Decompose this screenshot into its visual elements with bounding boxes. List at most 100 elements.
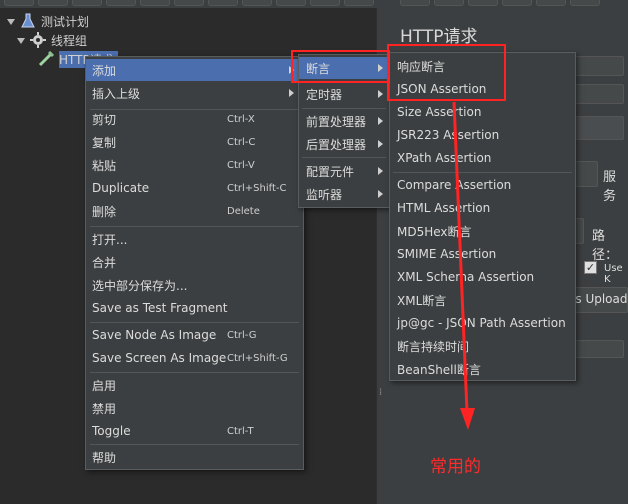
toolbar-button[interactable] xyxy=(276,0,306,6)
menu-item-label: 粘贴 xyxy=(92,158,117,173)
menu-item-merge[interactable]: 合并 xyxy=(86,251,303,273)
toolbar-button[interactable] xyxy=(242,0,272,6)
keepalive-label: Use K xyxy=(604,263,623,285)
menu-item-label: 选中部分保存为... xyxy=(92,278,188,293)
toolbar-button[interactable] xyxy=(570,0,600,6)
annotation-box-common-assertions xyxy=(387,44,506,101)
menu-item-add[interactable]: 添加 xyxy=(86,59,303,81)
submenu-arrow-icon xyxy=(378,167,383,175)
menu-item-label: Save Node As Image xyxy=(92,328,217,342)
annotation-label: 常用的 xyxy=(430,457,481,477)
server-label: 服务 xyxy=(603,170,617,204)
menu-item-label: 剪切 xyxy=(92,112,117,127)
menu-item-pre-processors[interactable]: 前置处理器 xyxy=(299,110,389,132)
menu-item-save-screen-as-image[interactable]: Save Screen As Image Ctrl+Shift-G xyxy=(86,347,303,369)
toolbar-button[interactable] xyxy=(174,0,204,6)
menu-item-label: 帮助 xyxy=(92,450,117,465)
menu-item-duplicate[interactable]: Duplicate Ctrl+Shift-C xyxy=(86,177,303,199)
annotation-arrow xyxy=(452,101,475,430)
tree-node-label: 测试计划 xyxy=(41,14,90,29)
context-menu: 添加 插入上级 剪切 Ctrl-X 复制 Ctrl-C 粘贴 Ctrl-V Du… xyxy=(85,56,304,470)
menu-item-label: 合并 xyxy=(92,255,117,270)
menu-item-label: 复制 xyxy=(92,135,117,150)
toolbar xyxy=(0,0,628,8)
menu-item-copy[interactable]: 复制 Ctrl-C xyxy=(86,131,303,153)
menu-item-shortcut: Ctrl-X xyxy=(227,113,255,125)
menu-item-label: 插入上级 xyxy=(92,86,141,101)
submenu-arrow-icon xyxy=(378,117,383,125)
toolbar-button[interactable] xyxy=(106,0,136,6)
menu-item-label: 禁用 xyxy=(92,401,117,416)
menu-item-cut[interactable]: 剪切 Ctrl-X xyxy=(86,108,303,130)
menu-item-toggle[interactable]: Toggle Ctrl-T xyxy=(86,420,303,442)
menu-item-open[interactable]: 打开... xyxy=(86,228,303,250)
menu-item-config-element[interactable]: 配置元件 xyxy=(299,160,389,182)
menu-separator xyxy=(90,444,299,445)
toolbar-button[interactable] xyxy=(72,0,102,6)
menu-item-label: Save Screen As Image xyxy=(92,351,227,365)
menu-separator xyxy=(90,322,299,323)
menu-item-help[interactable]: 帮助 xyxy=(86,446,303,468)
menu-item-post-processors[interactable]: 后置处理器 xyxy=(299,133,389,155)
annotation-box-assertion-item xyxy=(291,50,390,83)
toolbar-button[interactable] xyxy=(38,0,68,6)
menu-item-shortcut: Ctrl-V xyxy=(227,159,255,171)
menu-item-save-as-test-fragment[interactable]: Save as Test Fragment xyxy=(86,297,303,319)
submenu-arrow-icon xyxy=(378,190,383,198)
menu-item-label: 定时器 xyxy=(306,87,343,102)
menu-item-shortcut: Delete xyxy=(227,205,260,217)
menu-item-delete[interactable]: 删除 Delete xyxy=(86,200,303,222)
path-label: 路径： xyxy=(592,229,619,263)
menu-item-shortcut: Ctrl-C xyxy=(227,136,256,148)
menu-item-shortcut: Ctrl-T xyxy=(227,425,254,437)
gear-icon xyxy=(30,32,46,48)
menu-item-save-selection-as[interactable]: 选中部分保存为... xyxy=(86,274,303,296)
toolbar-button[interactable] xyxy=(434,0,464,6)
splitter-grip-icon[interactable]: ⁞ xyxy=(379,388,382,398)
menu-item-label: 添加 xyxy=(92,63,117,78)
menu-item-label: 监听器 xyxy=(306,187,343,202)
toolbar-button[interactable] xyxy=(4,0,34,6)
keepalive-checkbox[interactable]: ✓ xyxy=(584,261,597,274)
menu-item-enable[interactable]: 启用 xyxy=(86,374,303,396)
menu-separator xyxy=(90,372,299,373)
submenu-arrow-icon xyxy=(378,90,383,98)
menu-item-paste[interactable]: 粘贴 Ctrl-V xyxy=(86,154,303,176)
menu-separator xyxy=(302,108,386,109)
toolbar-button[interactable] xyxy=(208,0,238,6)
menu-item-timer[interactable]: 定时器 xyxy=(299,83,389,105)
menu-item-label: 配置元件 xyxy=(306,164,355,179)
toolbar-button[interactable] xyxy=(536,0,566,6)
menu-separator xyxy=(90,226,299,227)
menu-separator xyxy=(302,157,386,158)
menu-item-shortcut: Ctrl+Shift-G xyxy=(227,352,288,364)
menu-item-shortcut: Ctrl+Shift-C xyxy=(227,182,287,194)
toolbar-button[interactable] xyxy=(502,0,532,6)
files-upload-label: es Upload xyxy=(568,292,628,306)
menu-item-save-node-as-image[interactable]: Save Node As Image Ctrl-G xyxy=(86,324,303,346)
expand-icon[interactable] xyxy=(6,16,16,26)
menu-item-label: Duplicate xyxy=(92,181,150,195)
menu-item-listener[interactable]: 监听器 xyxy=(299,183,389,205)
menu-item-label: 打开... xyxy=(92,232,128,247)
tree-node-test-plan[interactable]: 测试计划 xyxy=(6,12,89,30)
toolbar-button[interactable] xyxy=(310,0,340,6)
menu-item-label: XML断言 xyxy=(397,293,447,308)
menu-item-shortcut: Ctrl-G xyxy=(227,329,257,341)
menu-item-insert-parent[interactable]: 插入上级 xyxy=(86,82,303,104)
expand-icon[interactable] xyxy=(16,35,26,45)
toolbar-button[interactable] xyxy=(140,0,170,6)
tree-node-thread-group[interactable]: 线程组 xyxy=(16,31,87,49)
menu-item-disable[interactable]: 禁用 xyxy=(86,397,303,419)
toolbar-button[interactable] xyxy=(344,0,374,6)
toolbar-button[interactable] xyxy=(400,0,430,6)
menu-item-label: Save as Test Fragment xyxy=(92,301,228,315)
submenu-arrow-icon xyxy=(378,140,383,148)
menu-item-label: 前置处理器 xyxy=(306,114,367,129)
menu-item-label: 后置处理器 xyxy=(306,137,367,152)
pipette-icon xyxy=(38,51,54,67)
toolbar-button[interactable] xyxy=(468,0,498,6)
tree-node-label: 线程组 xyxy=(51,33,88,48)
menu-item-label: Toggle xyxy=(92,424,131,438)
flask-icon xyxy=(20,13,36,29)
